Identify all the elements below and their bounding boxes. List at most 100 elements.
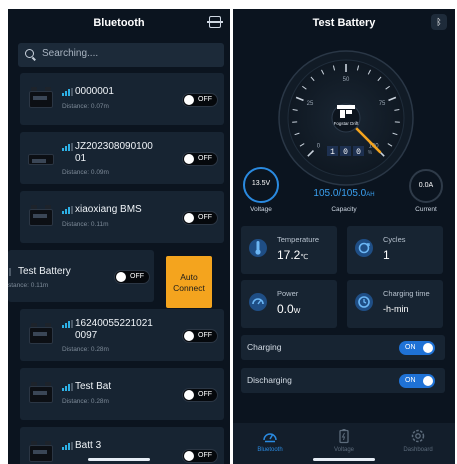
device-name: Test Battery	[18, 266, 71, 277]
device-distance: stance: 0.11m	[8, 282, 49, 289]
battery-icon	[26, 440, 56, 464]
signal-icon	[62, 206, 73, 214]
device-distance: Distance: 0.28m	[62, 398, 109, 405]
soc-digit: 1	[330, 148, 335, 157]
bluetooth-screen: Bluetooth Searching.... 0000001 Distance…	[8, 9, 230, 464]
device-card[interactable]: xiaoxiang BMS Distance: 0.11m OFF	[20, 191, 224, 243]
charging-toggle[interactable]: ON	[399, 341, 435, 355]
home-indicator	[88, 458, 150, 461]
temperature-label: Temperature	[277, 235, 320, 244]
discharging-row: Discharging ON	[241, 368, 445, 393]
cycles-tile: Cycles 1	[347, 226, 443, 274]
cycles-value: 1	[383, 248, 390, 262]
connect-toggle[interactable]: OFF	[182, 329, 218, 343]
signal-icon	[62, 383, 73, 391]
page-title: Test Battery	[312, 17, 376, 29]
device-name: 16240055221021 0097	[75, 318, 153, 341]
device-card[interactable]: JZ202308090100 01 Distance: 0.09m OFF	[20, 132, 224, 184]
signal-icon	[62, 88, 73, 96]
search-bar[interactable]: Searching....	[18, 43, 224, 67]
charging-time-tile: Charging time -h-min	[347, 280, 443, 328]
connect-toggle[interactable]: OFF	[182, 388, 218, 402]
soc-digit: 0	[343, 148, 348, 157]
search-icon	[25, 49, 34, 58]
voltage-value: 13.5V	[251, 180, 271, 187]
capacity-value: 105.0/105.0AH	[313, 188, 375, 199]
device-card[interactable]: Test Battery stance: 0.11m OFF	[8, 250, 154, 302]
soc-gauge: 0255075100 Fogstar Drift 1 0 0 %	[278, 50, 414, 186]
tab-bluetooth[interactable]: Bluetooth	[233, 426, 307, 460]
charging-time-value: -h-min	[383, 304, 409, 314]
battery-icon	[26, 204, 56, 228]
power-meter-icon	[249, 293, 267, 311]
cycles-label: Cycles	[383, 235, 406, 244]
battery-icon	[26, 322, 56, 346]
charging-label: Charging	[247, 342, 282, 352]
voltage-ring: 13.5V	[243, 167, 279, 203]
current-value: 0.0A	[418, 182, 434, 189]
page-title: Bluetooth	[93, 17, 145, 29]
power-tile: Power 0.0W	[241, 280, 337, 328]
signal-icon	[62, 442, 73, 450]
tab-dashboard[interactable]: Dashboard	[381, 426, 455, 460]
power-value: 0.0W	[277, 302, 301, 316]
connect-toggle[interactable]: OFF	[182, 449, 218, 463]
tab-label: Voltage	[333, 447, 355, 453]
connect-toggle[interactable]: OFF	[114, 270, 150, 284]
device-name: 0000001	[75, 86, 114, 97]
search-status: Searching....	[42, 48, 99, 59]
discharging-toggle[interactable]: ON	[399, 374, 435, 388]
soc-unit: %	[368, 150, 373, 156]
clock-icon	[355, 293, 373, 311]
bluetooth-icon[interactable]: ᛒ	[431, 14, 447, 30]
battery-icon	[26, 145, 56, 169]
header: Bluetooth	[8, 9, 230, 39]
tab-label: Dashboard	[403, 447, 433, 453]
current-label: Current	[415, 206, 437, 213]
device-distance: Distance: 0.09m	[62, 169, 109, 176]
gauge-brand: Fogstar Drift	[334, 121, 360, 126]
gauge-tick-label: 75	[379, 101, 386, 107]
charging-time-label: Charging time	[383, 289, 430, 298]
device-distance: Distance: 0.28m	[62, 346, 109, 353]
device-distance: Distance: 0.11m	[62, 221, 109, 228]
battery-icon	[26, 86, 56, 110]
connect-toggle[interactable]: OFF	[182, 93, 218, 107]
gauge-tick-label: 25	[307, 101, 314, 107]
battery-dashboard-screen: Test Battery ᛒ 0255075100 Fogstar Drift …	[233, 9, 455, 464]
current-ring: 0.0A	[409, 169, 443, 203]
cycle-icon	[355, 239, 373, 257]
gear-icon	[411, 429, 425, 443]
battery-icon	[339, 429, 349, 444]
device-name: JZ202308090100 01	[75, 141, 153, 164]
device-card[interactable]: 0000001 Distance: 0.07m OFF	[20, 73, 224, 125]
thermometer-icon	[249, 239, 267, 257]
temperature-value: 17.2℃	[277, 248, 309, 262]
signal-icon	[8, 268, 11, 276]
auto-connect-button[interactable]: Auto Connect	[166, 256, 212, 308]
tab-label: Bluetooth	[257, 447, 283, 453]
connect-toggle[interactable]: OFF	[182, 211, 218, 225]
device-distance: Distance: 0.07m	[62, 103, 109, 110]
device-name: xiaoxiang BMS	[75, 204, 142, 215]
device-card[interactable]: Test Bat Distance: 0.28m OFF	[20, 368, 224, 420]
speedometer-icon	[263, 433, 277, 443]
battery-icon	[26, 381, 56, 405]
device-name: Batt 3	[75, 440, 102, 451]
device-name: Test Bat	[75, 381, 112, 392]
charging-row: Charging ON	[241, 335, 445, 360]
device-card[interactable]: 16240055221021 0097 Distance: 0.28m OFF	[20, 309, 224, 361]
signal-icon	[62, 143, 73, 151]
soc-digit: 0	[356, 148, 361, 157]
voltage-label: Voltage	[250, 206, 272, 213]
power-label: Power	[277, 289, 299, 298]
discharging-label: Discharging	[247, 375, 292, 385]
home-indicator	[313, 458, 375, 461]
tab-voltage[interactable]: Voltage	[307, 426, 381, 460]
temperature-tile: Temperature 17.2℃	[241, 226, 337, 274]
connect-toggle[interactable]: OFF	[182, 152, 218, 166]
signal-icon	[62, 320, 73, 328]
scan-icon[interactable]	[207, 16, 223, 28]
gauge-tick-label: 50	[343, 77, 350, 83]
capacity-label: Capacity	[331, 206, 357, 213]
